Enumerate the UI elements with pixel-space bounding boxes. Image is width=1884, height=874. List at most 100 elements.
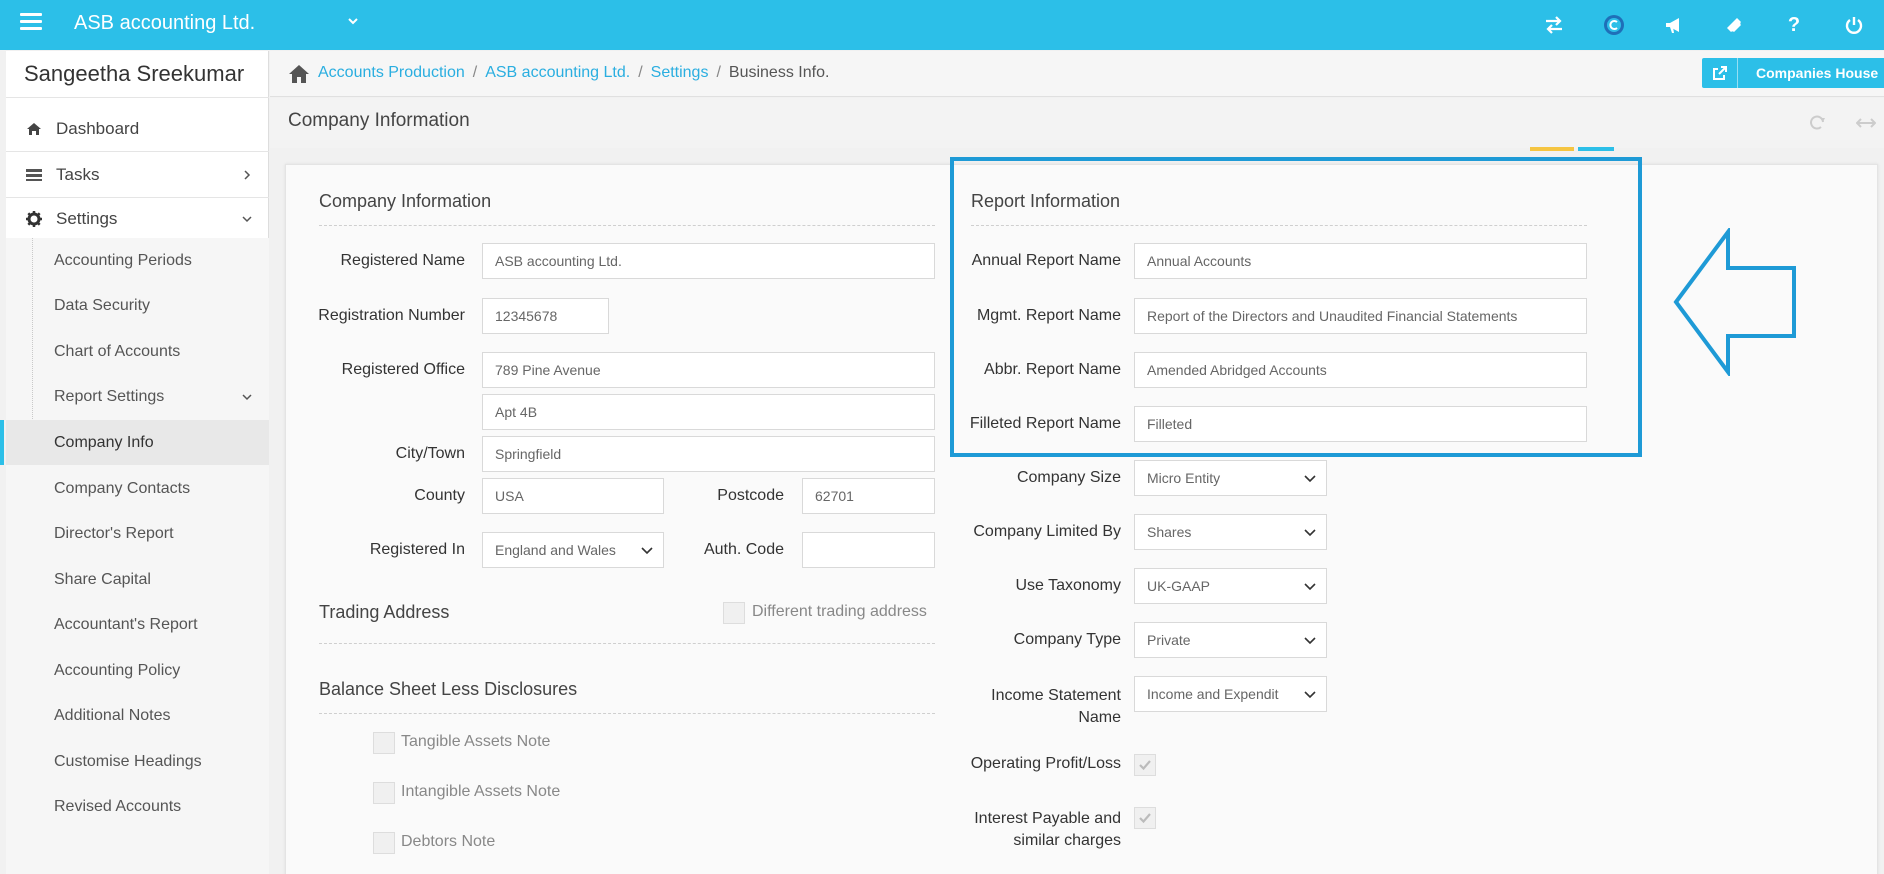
- sidebar-item-report-settings[interactable]: Report Settings: [6, 374, 269, 419]
- breadcrumb-bar: Accounts Production / ASB accounting Ltd…: [270, 51, 1884, 97]
- auth-code-label: Auth. Code: [703, 541, 784, 558]
- breadcrumb-company[interactable]: ASB accounting Ltd.: [485, 64, 630, 82]
- city-input[interactable]: Springfield: [482, 436, 935, 472]
- sidebar-item-accounting-policy[interactable]: Accounting Policy: [6, 648, 269, 693]
- exchange-icon[interactable]: [1524, 0, 1584, 50]
- ticket-icon[interactable]: [1704, 0, 1764, 50]
- companies-house-label: Companies House: [1756, 65, 1879, 81]
- sidebar-item-company-info[interactable]: Company Info: [0, 420, 269, 465]
- sidebar-item-revised-accounts[interactable]: Revised Accounts: [6, 784, 269, 829]
- checkmark-icon: [1139, 760, 1151, 771]
- breadcrumb-settings[interactable]: Settings: [651, 64, 709, 82]
- intangible-assets-note-label: Intangible Assets Note: [401, 783, 561, 800]
- different-trading-address-label: Different trading address: [752, 603, 927, 620]
- sidebar-item-chart-of-accounts[interactable]: Chart of Accounts: [6, 329, 269, 374]
- sidebar-item-label: Settings: [56, 209, 118, 228]
- header-accent-blue: [1578, 147, 1614, 151]
- logo-c-icon[interactable]: [1584, 0, 1644, 50]
- hamburger-menu-icon[interactable]: [20, 13, 42, 31]
- page-title: Company Information: [288, 110, 470, 131]
- intangible-assets-note-checkbox[interactable]: [373, 782, 395, 804]
- interest-payable-checkbox[interactable]: [1134, 807, 1156, 829]
- tangible-assets-note-label: Tangible Assets Note: [401, 733, 551, 750]
- registered-name-input[interactable]: ASB accounting Ltd.: [482, 243, 935, 279]
- registered-office-label: Registered Office: [341, 361, 465, 378]
- companies-house-button[interactable]: Companies House: [1702, 58, 1884, 88]
- registered-in-value: England and Wales: [495, 542, 616, 558]
- sidebar-item-tasks[interactable]: Tasks: [6, 153, 269, 197]
- help-glyph: ?: [1787, 13, 1801, 36]
- settings-submenu: Accounting Periods Data Security Chart o…: [0, 238, 269, 874]
- registration-number-label: Registration Number: [318, 307, 465, 324]
- postcode-input[interactable]: 62701: [802, 478, 935, 514]
- sidebar-item-company-contacts[interactable]: Company Contacts: [6, 466, 269, 511]
- user-name: Sangeetha Sreekumar: [24, 61, 245, 86]
- registered-in-select[interactable]: England and Wales: [482, 532, 664, 568]
- home-icon[interactable]: [288, 64, 310, 84]
- top-bar: ASB accounting Ltd. ?: [0, 0, 1884, 50]
- registration-number-input[interactable]: 12345678: [482, 298, 609, 334]
- city-label: City/Town: [395, 445, 465, 462]
- income-statement-select[interactable]: Income and Expendit: [1134, 676, 1327, 712]
- company-size-value: Micro Entity: [1147, 470, 1221, 486]
- county-input[interactable]: USA: [482, 478, 664, 514]
- breadcrumb-accounts-production[interactable]: Accounts Production: [318, 64, 465, 82]
- company-info-section-title: Company Information: [319, 191, 492, 211]
- chevron-down-icon[interactable]: [346, 14, 360, 28]
- refresh-icon[interactable]: [1808, 114, 1826, 132]
- sidebar-item-additional-notes[interactable]: Additional Notes: [6, 693, 269, 738]
- chevron-down-icon: [242, 394, 252, 401]
- address-line1-input[interactable]: 789 Pine Avenue: [482, 352, 935, 388]
- sidebar: Sangeetha Sreekumar Dashboard Tasks Sett…: [0, 51, 269, 874]
- different-trading-address-checkbox[interactable]: [723, 602, 745, 624]
- breadcrumb-separator: /: [716, 64, 721, 81]
- home-icon: [24, 122, 44, 136]
- sidebar-item-share-capital[interactable]: Share Capital: [6, 557, 269, 602]
- company-limited-by-select[interactable]: Shares: [1134, 514, 1327, 550]
- interest-payable-label-line1: Interest Payable and: [974, 810, 1121, 827]
- postcode-label: Postcode: [717, 487, 784, 504]
- company-type-label: Company Type: [1013, 631, 1121, 648]
- use-taxonomy-label: Use Taxonomy: [1015, 577, 1121, 594]
- external-link-icon: [1702, 58, 1738, 88]
- income-statement-value: Income and Expendit: [1147, 686, 1279, 702]
- megaphone-icon[interactable]: [1644, 0, 1704, 50]
- county-label: County: [414, 487, 465, 504]
- sidebar-item-settings[interactable]: Settings: [6, 197, 269, 241]
- help-icon[interactable]: ?: [1764, 0, 1824, 50]
- tasks-icon: [24, 168, 44, 182]
- sidebar-item-label: Report Settings: [54, 387, 165, 405]
- debtors-note-checkbox[interactable]: [373, 832, 395, 854]
- breadcrumb-current: Business Info.: [728, 64, 830, 81]
- company-limited-by-label: Company Limited By: [973, 523, 1121, 540]
- chevron-down-icon: [242, 216, 252, 223]
- power-icon[interactable]: [1824, 0, 1884, 50]
- operating-profit-checkbox[interactable]: [1134, 754, 1156, 776]
- income-statement-name-label: Income Statement Name: [941, 685, 1121, 729]
- checkmark-icon: [1139, 813, 1151, 824]
- sidebar-item-directors-report[interactable]: Director's Report: [6, 511, 269, 556]
- chevron-down-icon: [641, 547, 653, 555]
- expand-icon[interactable]: [1856, 116, 1876, 130]
- sidebar-item-accounting-periods[interactable]: Accounting Periods: [6, 238, 269, 283]
- income-statement-label-line1: Income Statement: [991, 687, 1121, 704]
- tangible-assets-note-checkbox[interactable]: [373, 732, 395, 754]
- sidebar-item-data-security[interactable]: Data Security: [6, 283, 269, 328]
- company-type-value: Private: [1147, 632, 1191, 648]
- breadcrumb: Accounts Production / ASB accounting Ltd…: [318, 64, 829, 82]
- company-selector[interactable]: ASB accounting Ltd.: [74, 12, 255, 35]
- company-size-select[interactable]: Micro Entity: [1134, 460, 1327, 496]
- company-type-select[interactable]: Private: [1134, 622, 1327, 658]
- company-size-label: Company Size: [1016, 469, 1121, 486]
- use-taxonomy-select[interactable]: UK-GAAP: [1134, 568, 1327, 604]
- chevron-down-icon: [1304, 475, 1316, 483]
- sidebar-item-dashboard[interactable]: Dashboard: [6, 107, 269, 151]
- sidebar-item-customise-headings[interactable]: Customise Headings: [6, 739, 269, 784]
- auth-code-input[interactable]: [802, 532, 935, 568]
- balance-sheet-title: Balance Sheet Less Disclosures: [319, 679, 578, 699]
- debtors-note-label: Debtors Note: [401, 833, 496, 850]
- chevron-down-icon: [1304, 637, 1316, 645]
- sidebar-item-accountants-report[interactable]: Accountant's Report: [6, 602, 269, 647]
- sidebar-item-label: Dashboard: [56, 119, 140, 138]
- address-line2-input[interactable]: Apt 4B: [482, 394, 935, 430]
